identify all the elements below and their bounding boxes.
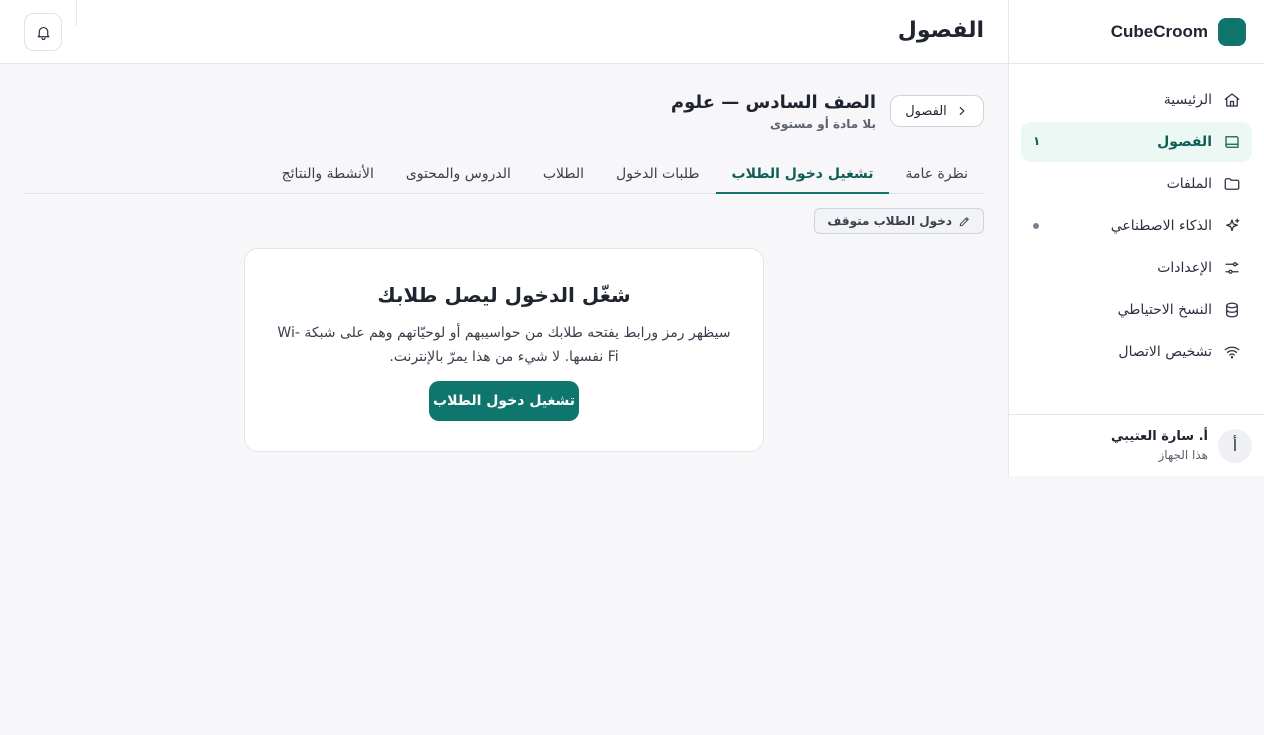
sidebar-item-settings[interactable]: الإعدادات bbox=[1021, 248, 1252, 288]
sidebar-item-connection[interactable]: تشخيص الاتصال bbox=[1021, 332, 1252, 372]
sidebar: CubeCroom الرئيسية الفصول ١ الملفات الذك… bbox=[1008, 0, 1264, 476]
sidebar-item-label: الإعدادات bbox=[1157, 260, 1212, 276]
student-access-status-badge[interactable]: دخول الطلاب متوقف bbox=[814, 208, 984, 234]
class-title: الصف السادس — علوم bbox=[670, 92, 876, 113]
card-description: سيظهر رمز ورابط يفتحه طلابك من حواسيبهم … bbox=[277, 325, 731, 365]
pencil-icon bbox=[958, 215, 971, 228]
folder-icon bbox=[1222, 174, 1242, 194]
sidebar-item-files[interactable]: الملفات bbox=[1021, 164, 1252, 204]
sidebar-item-label: الملفات bbox=[1166, 176, 1212, 192]
tab-students[interactable]: الطلاب bbox=[527, 156, 600, 194]
avatar: أ bbox=[1218, 428, 1252, 463]
notifications-button[interactable] bbox=[24, 13, 62, 51]
sidebar-item-label: تشخيص الاتصال bbox=[1118, 344, 1212, 360]
bell-icon bbox=[35, 24, 52, 41]
divider bbox=[76, 0, 77, 26]
enable-access-card: شغّل الدخول ليصل طلابك سيظهر رمز ورابط ي… bbox=[244, 248, 764, 452]
enable-student-access-button[interactable]: تشغيل دخول الطلاب bbox=[429, 381, 579, 421]
user-device: هذا الجهاز bbox=[1158, 448, 1209, 462]
status-label: دخول الطلاب متوقف bbox=[827, 214, 952, 228]
sidebar-item-label: الرئيسية bbox=[1163, 92, 1212, 108]
wifi-icon bbox=[1222, 342, 1242, 362]
home-icon bbox=[1222, 90, 1242, 110]
sidebar-item-home[interactable]: الرئيسية bbox=[1021, 80, 1252, 120]
status-dot bbox=[1033, 223, 1039, 229]
sidebar-nav: الرئيسية الفصول ١ الملفات الذكاء الاصطنا… bbox=[1009, 64, 1264, 372]
tab-lessons-content[interactable]: الدروس والمحتوى bbox=[390, 156, 527, 194]
chevron-right-icon bbox=[955, 104, 969, 118]
tab-overview[interactable]: نظرة عامة bbox=[889, 156, 984, 194]
class-tabs: نظرة عامة تشغيل دخول الطلاب طلبات الدخول… bbox=[24, 154, 984, 194]
tab-activities-results[interactable]: الأنشطة والنتائج bbox=[266, 156, 390, 194]
class-subtitle: بلا مادة أو مستوى bbox=[770, 117, 876, 131]
back-button-label: الفصول bbox=[905, 103, 947, 119]
tab-access-requests[interactable]: طلبات الدخول bbox=[600, 156, 715, 194]
sparkles-icon bbox=[1222, 216, 1242, 236]
brand-name: CubeCroom bbox=[1110, 21, 1208, 41]
book-icon bbox=[1222, 132, 1242, 152]
sidebar-item-label: الفصول bbox=[1157, 134, 1212, 150]
user-name: أ. سارة العتيبي bbox=[1110, 429, 1208, 444]
sidebar-item-badge: ١ bbox=[1033, 134, 1041, 148]
sidebar-item-backup[interactable]: النسخ الاحتياطي bbox=[1021, 290, 1252, 330]
tab-student-access[interactable]: تشغيل دخول الطلاب bbox=[715, 156, 890, 194]
card-title: شغّل الدخول ليصل طلابك bbox=[377, 283, 631, 307]
back-to-classes-button[interactable]: الفصول bbox=[890, 95, 984, 127]
brand-logo bbox=[1218, 17, 1246, 46]
sidebar-item-ai[interactable]: الذكاء الاصطناعي bbox=[1021, 206, 1252, 246]
main-content: الفصول الصف السادس — علوم بلا مادة أو مس… bbox=[0, 64, 1008, 735]
top-bar: الفصول bbox=[0, 0, 1008, 64]
sidebar-item-label: الذكاء الاصطناعي bbox=[1110, 218, 1212, 234]
sidebar-item-classes[interactable]: الفصول ١ bbox=[1021, 122, 1252, 162]
sidebar-item-label: النسخ الاحتياطي bbox=[1117, 302, 1212, 318]
database-icon bbox=[1222, 300, 1242, 320]
user-profile[interactable]: أ أ. سارة العتيبي هذا الجهاز bbox=[1009, 414, 1264, 476]
brand[interactable]: CubeCroom bbox=[1009, 0, 1264, 64]
sliders-icon bbox=[1222, 258, 1242, 278]
page-title: الفصول bbox=[897, 18, 984, 43]
